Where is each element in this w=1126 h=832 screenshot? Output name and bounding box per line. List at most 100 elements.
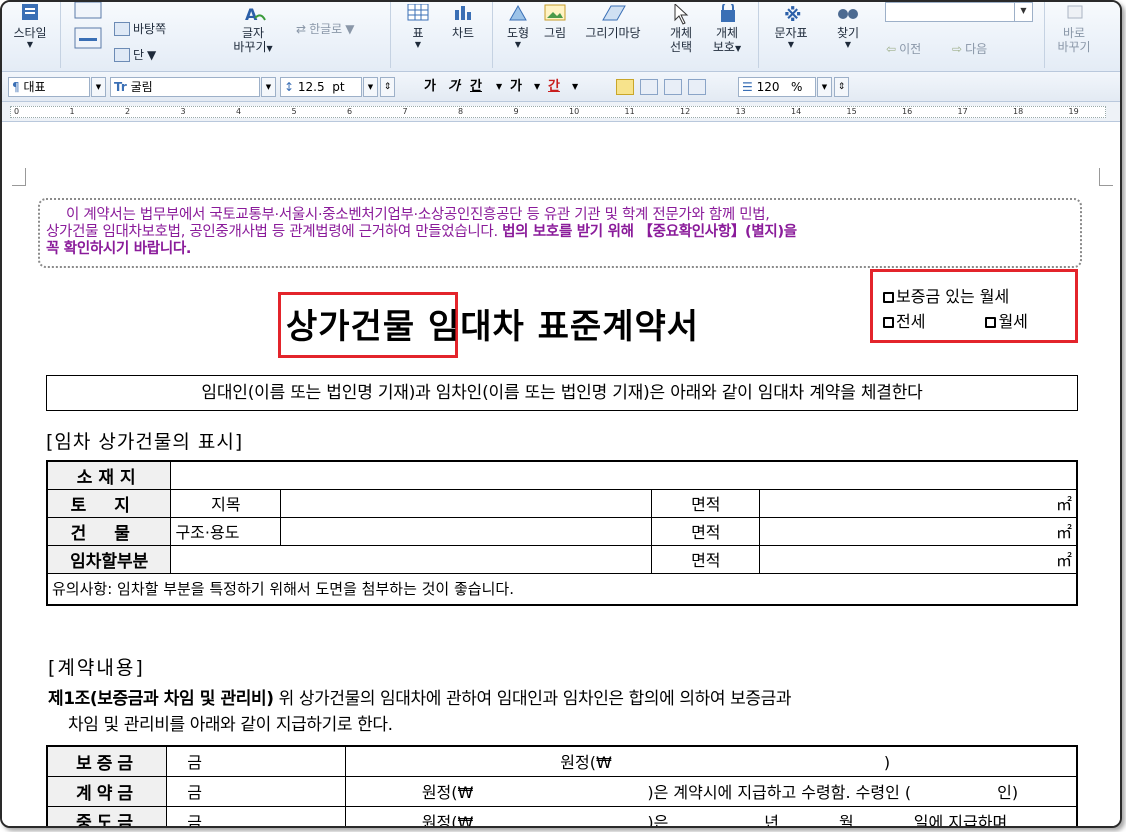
structure-use-cell[interactable] (280, 516, 653, 546)
align-center-button[interactable] (664, 79, 682, 95)
table-row: 임차할부분 면적 ㎡ (46, 544, 1078, 574)
leased-part-cell[interactable] (170, 544, 653, 574)
drawing-gallery-button[interactable]: 그리기마당 (568, 4, 658, 40)
divider (492, 2, 493, 68)
binoculars-icon (838, 9, 858, 19)
lease-type-options: 보증금 있는 월세 전세 월세 (870, 269, 1078, 343)
article-1: 제1조(보증금과 차임 및 관리비) 위 상가건물의 임대차에 관하여 임대인과… (48, 689, 792, 735)
notice-line-3: 꼭 확인하시기 바랍니다. (46, 241, 192, 257)
location-cell[interactable] (170, 460, 1078, 490)
structure-use-label: 구조·용도 (170, 516, 282, 546)
bold-button[interactable]: 가 (424, 77, 436, 97)
shape-icon (509, 4, 527, 21)
font-size-stepper[interactable]: ⇕ (380, 77, 395, 97)
ruler-tick-label: 4 (236, 107, 242, 116)
leased-part-header: 임차할부분 (46, 544, 172, 574)
ruler-tick-label: 1 (69, 107, 75, 116)
char-table-button[interactable]: ※ 문자표 ▼ (766, 4, 816, 50)
find-input[interactable] (885, 2, 1033, 22)
shape-button[interactable]: 도형 ▼ (498, 4, 538, 50)
ruler-tick-label: 13 (735, 107, 746, 116)
hanja-convert-button[interactable]: ⇄ 한글로 ▼ (296, 20, 354, 37)
ruler-tick-label: 8 (458, 107, 464, 116)
notice-line-2: 상가건물 임대차보호법, 공인중개사법 등 관계법령에 근거하여 만들었습니다.… (46, 224, 797, 240)
notice-box: 이 계약서는 법무부에서 국토교통부·서울시·중소벤처기업부·소상공인진흥공단 … (38, 198, 1082, 268)
stepper-icon: ⇕ (383, 82, 392, 92)
italic-button[interactable]: 가 (448, 77, 460, 97)
master-page-button[interactable]: 바탕쪽 (114, 20, 166, 37)
table-row: 소재지 (46, 460, 1078, 490)
picture-icon (544, 4, 566, 21)
find-prev-button[interactable]: ⇦ 이전 (886, 40, 921, 57)
columns-button[interactable]: 단 ▼ (114, 46, 156, 63)
quick-change-button[interactable]: 바로 바꾸기 (1052, 4, 1096, 54)
columns-large-button[interactable] (68, 2, 108, 54)
land-area-cell[interactable]: ㎡ (759, 488, 1078, 518)
chevron-down-icon: ▼ (265, 83, 272, 91)
object-protect-button[interactable]: 개체 보호▼ (702, 4, 752, 56)
find-dropdown[interactable]: ▼ (1014, 2, 1032, 22)
style-select[interactable]: ¶ 대표 (8, 77, 90, 97)
style-dropdown[interactable]: ▼ (91, 77, 106, 97)
ruler-tick-label: 3 (180, 107, 186, 116)
app-window: 스타일 ▼ 바탕쪽 단 ▼ A 글자 바꾸기▼ ⇄ 한글로 ▼ 표 ▼ 차트 도… (0, 0, 1122, 828)
chevron-down-icon: ▼ (26, 40, 34, 49)
find-next-button[interactable]: ⇨ 다음 (952, 40, 987, 57)
font-dropdown[interactable]: ▼ (261, 77, 276, 97)
down-payment-amount-cell[interactable]: 원정(₩ (345, 775, 546, 807)
ruler-tick-label: 19 (1068, 107, 1079, 116)
chevron-down-icon: ▼ (787, 40, 795, 49)
table-icon (407, 4, 429, 21)
option-deposit-monthly[interactable]: 보증금 있는 월세 (883, 284, 1065, 309)
align-right-button[interactable] (688, 79, 706, 95)
article-1-title: 제1조(보증금과 차임 및 관리비) (48, 689, 274, 709)
strike-button[interactable]: 가 (510, 77, 522, 97)
line-spacing-input[interactable]: ☰ 120 % (738, 77, 816, 97)
chevron-down-icon: ▼ (147, 47, 157, 62)
area-label: 면적 (651, 516, 761, 546)
line-spacing-stepper[interactable]: ⇕ (834, 77, 849, 97)
picture-button[interactable]: 그림 (538, 4, 572, 40)
chevron-down-icon: ▼ (414, 40, 422, 49)
font-select[interactable]: Tr 굴림 (110, 77, 260, 97)
building-area-cell[interactable]: ㎡ (759, 516, 1078, 546)
document-page[interactable]: 이 계약서는 법무부에서 국토교통부·서울시·중소벤처기업부·소상공인진흥공단 … (2, 123, 1120, 826)
ruler-tick-label: 2 (125, 107, 131, 116)
chevron-down-icon: ▼ (496, 82, 503, 91)
lock-icon (721, 4, 735, 22)
object-select-button[interactable]: 개체 선택 (662, 4, 700, 54)
underline-button[interactable]: 간 (470, 77, 482, 97)
style-button[interactable]: 스타일 ▼ (8, 4, 52, 50)
master-page-icon (114, 21, 130, 36)
chart-button[interactable]: 차트 (440, 4, 486, 40)
asterisk-icon: ※ (784, 5, 802, 26)
section-heading-property: [임차 상가건물의 표시] (46, 431, 244, 453)
font-size-input[interactable]: ↕ 12.5 pt (280, 77, 362, 97)
chevron-down-icon: ▼ (572, 82, 579, 91)
chevron-down-icon: ▼ (534, 82, 541, 91)
leased-area-cell[interactable]: ㎡ (759, 544, 1078, 574)
char-change-button[interactable]: A 글자 바꾸기▼ (228, 4, 278, 56)
chevron-down-icon: ▼ (1020, 6, 1027, 15)
middle-payment-amount-cell[interactable]: 원정(₩ (345, 805, 546, 826)
ruler-tick-label: 17 (957, 107, 968, 116)
checkbox-icon (985, 317, 997, 328)
middle-payment-header: 중도금 (46, 805, 168, 826)
deposit-amount-cell[interactable]: 원정(₩) (345, 745, 1078, 777)
align-left-button[interactable] (640, 79, 658, 95)
drawing-gallery-icon (602, 5, 626, 21)
land-type-cell[interactable] (280, 488, 653, 518)
font-size-dropdown[interactable]: ▼ (363, 77, 378, 97)
font-color-button[interactable]: 간 (548, 77, 560, 97)
title-highlighted-word: 상가건물 (286, 307, 416, 347)
deposit-header: 보증금 (46, 745, 168, 777)
horizontal-ruler[interactable]: 0 1 2 3 4 5 6 7 8 9 10 11 12 13 14 15 16 17 18 19 (2, 102, 1120, 122)
won-prefix: 금 (166, 745, 347, 777)
find-button[interactable]: 찾기 ▼ (828, 4, 868, 50)
line-spacing-dropdown[interactable]: ▼ (817, 77, 832, 97)
align-justify-button[interactable] (616, 79, 634, 95)
note-cell: 유의사항: 임차할 부분을 특정하기 위해서 도면을 첨부하는 것이 좋습니다. (46, 572, 1078, 606)
option-jeonse[interactable]: 전세 (883, 312, 925, 331)
option-monthly[interactable]: 월세 (985, 312, 1028, 331)
table-button[interactable]: 표 ▼ (398, 4, 438, 50)
